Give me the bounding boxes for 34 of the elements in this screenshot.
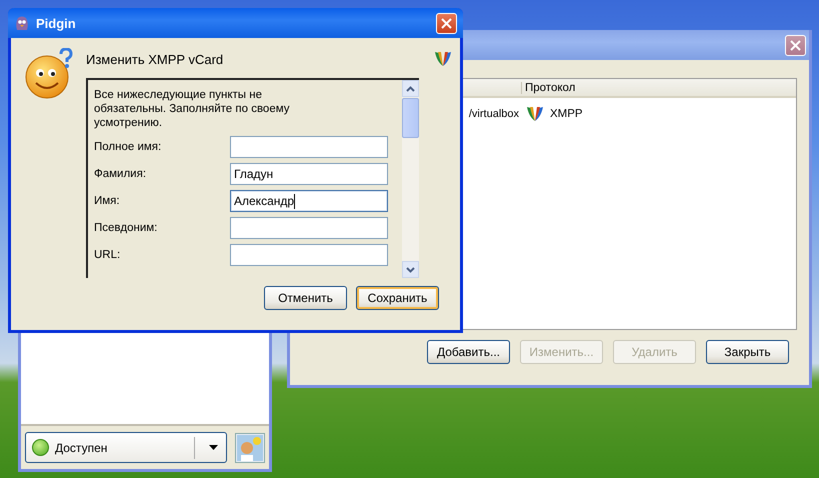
xmpp-logo-icon bbox=[526, 105, 544, 123]
field-label: Имя: bbox=[94, 195, 120, 207]
input-field[interactable]: Гладун bbox=[230, 163, 388, 185]
field-label: URL: bbox=[94, 249, 120, 261]
dialog-heading: Изменить XMPP vCard bbox=[86, 52, 224, 66]
input-field[interactable] bbox=[230, 244, 388, 266]
scrollbar[interactable] bbox=[402, 80, 419, 278]
protocol-cell: XMPP bbox=[550, 108, 583, 120]
status-selector[interactable]: Доступен bbox=[25, 432, 227, 463]
input-field[interactable] bbox=[230, 217, 388, 239]
scroll-down-icon[interactable] bbox=[402, 261, 419, 278]
input-field[interactable]: Александр bbox=[230, 190, 388, 212]
window-title: Pidgin bbox=[36, 16, 77, 30]
scroll-up-icon[interactable] bbox=[402, 80, 419, 97]
dialog-button[interactable]: Закрыть bbox=[706, 340, 789, 364]
xmpp-logo-icon bbox=[434, 50, 452, 68]
caret-icon bbox=[209, 445, 218, 450]
dialog-button[interactable]: Сохранить bbox=[356, 286, 439, 310]
pidgin-icon bbox=[14, 15, 30, 31]
field-label: Псевдоним: bbox=[94, 222, 158, 234]
account-cell-text: /virtualbox bbox=[468, 108, 519, 120]
avatar-button[interactable] bbox=[235, 432, 265, 462]
field-label: Фамилия: bbox=[94, 168, 146, 180]
dialog-button[interactable]: Отменить bbox=[264, 286, 347, 310]
available-status-icon bbox=[32, 439, 49, 456]
close-icon bbox=[441, 18, 452, 28]
field-label: Полное имя: bbox=[94, 141, 162, 153]
question-smiley-icon bbox=[25, 48, 73, 100]
scroll-thumb[interactable] bbox=[402, 98, 419, 138]
input-field[interactable] bbox=[230, 136, 388, 158]
close-button[interactable] bbox=[436, 12, 457, 34]
dialog-button[interactable]: Добавить... bbox=[427, 340, 510, 364]
close-icon bbox=[790, 40, 801, 50]
intro-text: Все нижеследующие пункты не обязательны. Заполняйте по своему усмотрению. bbox=[94, 88, 291, 130]
